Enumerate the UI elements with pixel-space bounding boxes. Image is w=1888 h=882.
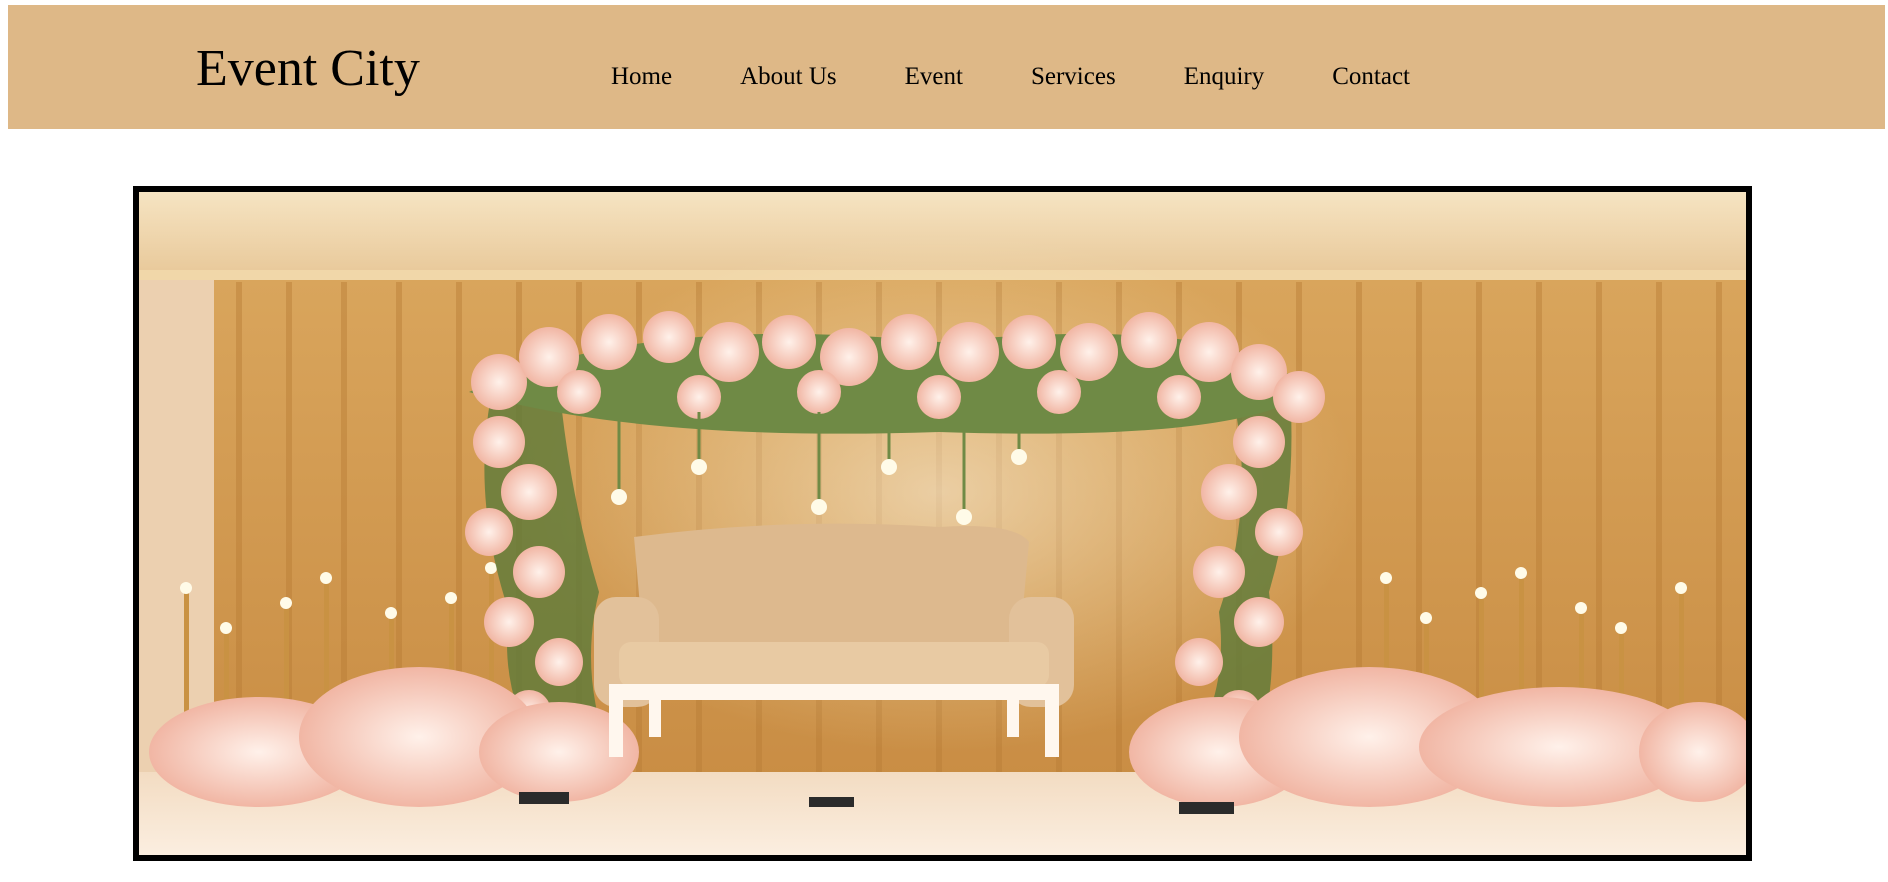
nav-item-enquiry[interactable]: Enquiry: [1184, 62, 1265, 92]
hero-image: [133, 186, 1752, 861]
site-header: Event City Home About Us Event Services …: [8, 5, 1885, 129]
main-nav: Home About Us Event Services Enquiry Con…: [611, 62, 1410, 92]
wedding-stage-illustration: [139, 192, 1746, 855]
site-logo[interactable]: Event City: [196, 39, 420, 99]
nav-item-contact[interactable]: Contact: [1332, 62, 1410, 92]
nav-item-about-us[interactable]: About Us: [740, 62, 837, 92]
nav-item-home[interactable]: Home: [611, 62, 672, 92]
nav-item-services[interactable]: Services: [1031, 62, 1116, 92]
nav-item-event[interactable]: Event: [905, 62, 963, 92]
